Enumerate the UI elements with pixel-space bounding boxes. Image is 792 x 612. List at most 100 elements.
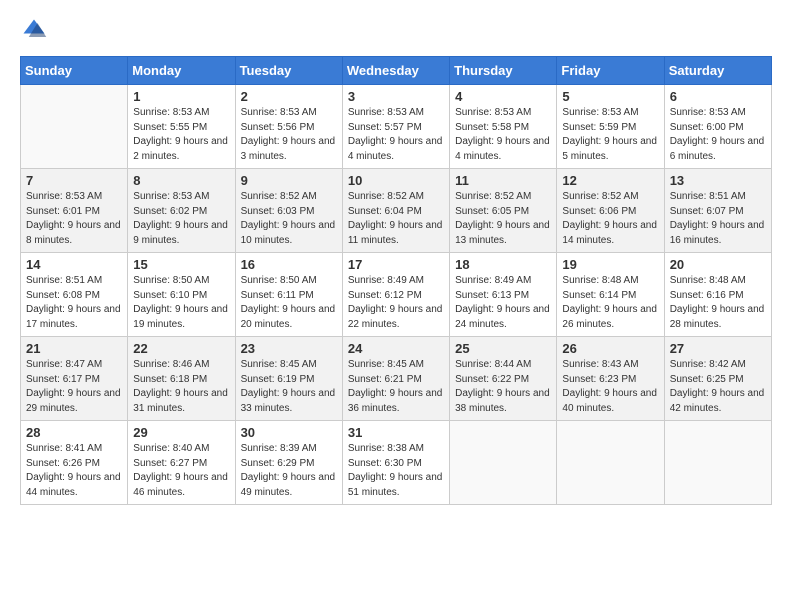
day-info: Sunrise: 8:48 AMSunset: 6:16 PMDaylight:… xyxy=(670,274,766,332)
day-info: Sunrise: 8:53 AMSunset: 6:00 PMDaylight:… xyxy=(670,106,766,164)
day-number: 18 xyxy=(455,257,551,272)
calendar-cell: 20 Sunrise: 8:48 AMSunset: 6:16 PMDayligh… xyxy=(664,253,771,337)
day-info: Sunrise: 8:53 AMSunset: 5:56 PMDaylight:… xyxy=(241,106,337,164)
calendar-cell: 22Sunrise: 8:46 AMSunset: 6:18 PMDayligh… xyxy=(128,337,235,421)
day-number: 24 xyxy=(348,341,444,356)
calendar-cell: 24Sunrise: 8:45 AMSunset: 6:21 PMDayligh… xyxy=(342,337,449,421)
calendar-cell xyxy=(21,85,128,169)
calendar-cell: 12 Sunrise: 8:52 AMSunset: 6:06 PMDayligh… xyxy=(557,169,664,253)
day-number: 4 xyxy=(455,89,551,104)
day-info: Sunrise: 8:41 AMSunset: 6:26 PMDaylight:… xyxy=(26,442,122,500)
day-info: Sunrise: 8:47 AMSunset: 6:17 PMDaylight:… xyxy=(26,358,122,416)
calendar-cell: 29 Sunrise: 8:40 AMSunset: 6:27 PMDayligh… xyxy=(128,421,235,505)
day-number: 2 xyxy=(241,89,337,104)
calendar-cell: 19 Sunrise: 8:48 AMSunset: 6:14 PMDayligh… xyxy=(557,253,664,337)
calendar-cell: 26 Sunrise: 8:43 AMSunset: 6:23 PMDayligh… xyxy=(557,337,664,421)
day-number: 17 xyxy=(348,257,444,272)
day-info: Sunrise: 8:42 AMSunset: 6:25 PMDaylight:… xyxy=(670,358,766,416)
day-number: 13 xyxy=(670,173,766,188)
col-header-sunday: Sunday xyxy=(21,57,128,85)
header xyxy=(20,16,772,44)
calendar-cell: 14 Sunrise: 8:51 AMSunset: 6:08 PMDayligh… xyxy=(21,253,128,337)
calendar-cell: 7Sunrise: 8:53 AMSunset: 6:01 PMDaylight… xyxy=(21,169,128,253)
calendar-cell: 4 Sunrise: 8:53 AMSunset: 5:58 PMDaylight… xyxy=(450,85,557,169)
day-number: 7 xyxy=(26,173,122,188)
calendar-cell: 28 Sunrise: 8:41 AMSunset: 6:26 PMDayligh… xyxy=(21,421,128,505)
header-row: SundayMondayTuesdayWednesdayThursdayFrid… xyxy=(21,57,772,85)
day-info: Sunrise: 8:52 AMSunset: 6:03 PMDaylight:… xyxy=(241,190,337,248)
calendar-cell: 15 Sunrise: 8:50 AMSunset: 6:10 PMDayligh… xyxy=(128,253,235,337)
logo-icon xyxy=(20,16,48,44)
week-row-2: 7Sunrise: 8:53 AMSunset: 6:01 PMDaylight… xyxy=(21,169,772,253)
day-info: Sunrise: 8:40 AMSunset: 6:27 PMDaylight:… xyxy=(133,442,229,500)
calendar-cell: 9 Sunrise: 8:52 AMSunset: 6:03 PMDaylight… xyxy=(235,169,342,253)
day-info: Sunrise: 8:53 AMSunset: 6:02 PMDaylight:… xyxy=(133,190,229,248)
col-header-saturday: Saturday xyxy=(664,57,771,85)
day-number: 8 xyxy=(133,173,229,188)
calendar-cell: 8 Sunrise: 8:53 AMSunset: 6:02 PMDaylight… xyxy=(128,169,235,253)
calendar-cell: 21 Sunrise: 8:47 AMSunset: 6:17 PMDayligh… xyxy=(21,337,128,421)
page: SundayMondayTuesdayWednesdayThursdayFrid… xyxy=(0,0,792,612)
day-info: Sunrise: 8:52 AMSunset: 6:05 PMDaylight:… xyxy=(455,190,551,248)
day-number: 20 xyxy=(670,257,766,272)
day-number: 30 xyxy=(241,425,337,440)
day-info: Sunrise: 8:48 AMSunset: 6:14 PMDaylight:… xyxy=(562,274,658,332)
week-row-4: 21 Sunrise: 8:47 AMSunset: 6:17 PMDayligh… xyxy=(21,337,772,421)
day-info: Sunrise: 8:44 AMSunset: 6:22 PMDaylight:… xyxy=(455,358,551,416)
calendar-cell xyxy=(664,421,771,505)
day-number: 28 xyxy=(26,425,122,440)
col-header-tuesday: Tuesday xyxy=(235,57,342,85)
day-info: Sunrise: 8:51 AMSunset: 6:07 PMDaylight:… xyxy=(670,190,766,248)
day-number: 22 xyxy=(133,341,229,356)
day-number: 3 xyxy=(348,89,444,104)
day-number: 26 xyxy=(562,341,658,356)
day-info: Sunrise: 8:39 AMSunset: 6:29 PMDaylight:… xyxy=(241,442,337,500)
day-number: 5 xyxy=(562,89,658,104)
day-number: 29 xyxy=(133,425,229,440)
day-number: 31 xyxy=(348,425,444,440)
day-info: Sunrise: 8:50 AMSunset: 6:10 PMDaylight:… xyxy=(133,274,229,332)
day-number: 15 xyxy=(133,257,229,272)
calendar-cell: 23 Sunrise: 8:45 AMSunset: 6:19 PMDayligh… xyxy=(235,337,342,421)
day-number: 10 xyxy=(348,173,444,188)
day-info: Sunrise: 8:38 AMSunset: 6:30 PMDaylight:… xyxy=(348,442,444,500)
calendar-cell: 13 Sunrise: 8:51 AMSunset: 6:07 PMDayligh… xyxy=(664,169,771,253)
day-info: Sunrise: 8:51 AMSunset: 6:08 PMDaylight:… xyxy=(26,274,122,332)
calendar-cell: 25 Sunrise: 8:44 AMSunset: 6:22 PMDayligh… xyxy=(450,337,557,421)
day-info: Sunrise: 8:50 AMSunset: 6:11 PMDaylight:… xyxy=(241,274,337,332)
calendar-table: SundayMondayTuesdayWednesdayThursdayFrid… xyxy=(20,56,772,505)
calendar-cell: 11Sunrise: 8:52 AMSunset: 6:05 PMDayligh… xyxy=(450,169,557,253)
week-row-3: 14 Sunrise: 8:51 AMSunset: 6:08 PMDayligh… xyxy=(21,253,772,337)
calendar-cell: 27 Sunrise: 8:42 AMSunset: 6:25 PMDayligh… xyxy=(664,337,771,421)
day-info: Sunrise: 8:52 AMSunset: 6:04 PMDaylight:… xyxy=(348,190,444,248)
day-number: 14 xyxy=(26,257,122,272)
day-number: 9 xyxy=(241,173,337,188)
col-header-monday: Monday xyxy=(128,57,235,85)
day-number: 12 xyxy=(562,173,658,188)
day-info: Sunrise: 8:53 AMSunset: 5:59 PMDaylight:… xyxy=(562,106,658,164)
calendar-cell: 10 Sunrise: 8:52 AMSunset: 6:04 PMDayligh… xyxy=(342,169,449,253)
logo xyxy=(20,16,52,44)
day-info: Sunrise: 8:45 AMSunset: 6:19 PMDaylight:… xyxy=(241,358,337,416)
calendar-cell: 6Sunrise: 8:53 AMSunset: 6:00 PMDaylight… xyxy=(664,85,771,169)
day-info: Sunrise: 8:52 AMSunset: 6:06 PMDaylight:… xyxy=(562,190,658,248)
day-info: Sunrise: 8:49 AMSunset: 6:12 PMDaylight:… xyxy=(348,274,444,332)
day-info: Sunrise: 8:43 AMSunset: 6:23 PMDaylight:… xyxy=(562,358,658,416)
calendar-cell: 18 Sunrise: 8:49 AMSunset: 6:13 PMDayligh… xyxy=(450,253,557,337)
day-info: Sunrise: 8:49 AMSunset: 6:13 PMDaylight:… xyxy=(455,274,551,332)
calendar-cell: 31 Sunrise: 8:38 AMSunset: 6:30 PMDayligh… xyxy=(342,421,449,505)
calendar-cell: 17 Sunrise: 8:49 AMSunset: 6:12 PMDayligh… xyxy=(342,253,449,337)
day-number: 27 xyxy=(670,341,766,356)
col-header-thursday: Thursday xyxy=(450,57,557,85)
calendar-cell xyxy=(450,421,557,505)
day-info: Sunrise: 8:53 AMSunset: 5:58 PMDaylight:… xyxy=(455,106,551,164)
day-number: 19 xyxy=(562,257,658,272)
day-number: 25 xyxy=(455,341,551,356)
col-header-wednesday: Wednesday xyxy=(342,57,449,85)
week-row-5: 28 Sunrise: 8:41 AMSunset: 6:26 PMDayligh… xyxy=(21,421,772,505)
day-number: 23 xyxy=(241,341,337,356)
col-header-friday: Friday xyxy=(557,57,664,85)
day-number: 21 xyxy=(26,341,122,356)
week-row-1: 1Sunrise: 8:53 AMSunset: 5:55 PMDaylight… xyxy=(21,85,772,169)
day-number: 1 xyxy=(133,89,229,104)
